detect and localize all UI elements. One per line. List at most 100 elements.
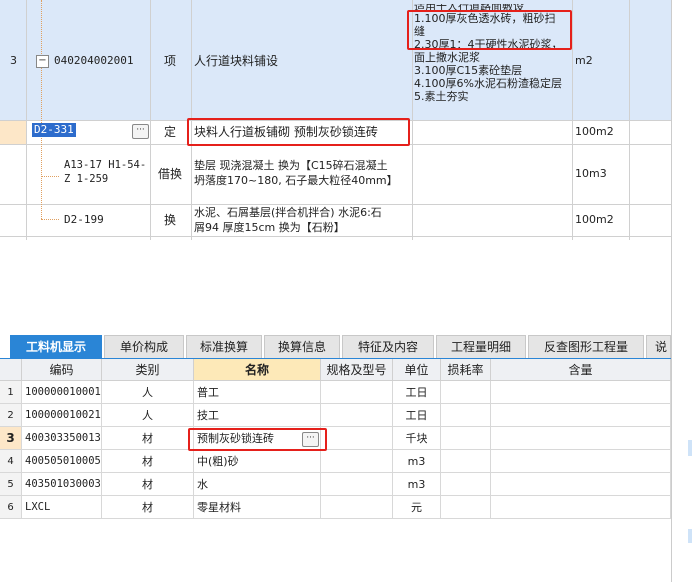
resource-code[interactable]: LXCL [22,496,102,519]
resource-loss-rate[interactable] [441,381,491,404]
resource-spec[interactable] [321,381,393,404]
column-header-name[interactable]: 名称 [194,359,321,381]
quota-category: 定 [164,125,177,139]
quota-grid: 3 − 040204002001 项 人行道块料铺设 适用于人行道路面敷设 1.… [0,0,671,240]
name-line: 水泥、石屑基层(拌合机拌合) 水泥6:石 [194,206,382,219]
tab-more[interactable]: 说 [646,335,671,358]
bill-name[interactable]: 人行道块料铺设 [194,53,278,69]
resource-unit: 工日 [393,381,441,404]
row-number[interactable]: 5 [0,473,22,496]
feature-line: 5.素土夯实 [414,90,469,103]
column-header-quantity[interactable]: 含量 [491,359,671,381]
resource-name[interactable]: 技工 [194,404,321,427]
row-header-selected [0,120,26,144]
resource-loss-rate[interactable] [441,427,491,450]
row-number-header [0,359,22,381]
resource-quantity[interactable] [491,427,671,450]
resource-quantity[interactable] [491,496,671,519]
resource-type: 材 [102,427,194,450]
resource-unit: m3 [393,473,441,496]
edge-marker [688,529,692,543]
resource-spec[interactable] [321,450,393,473]
quota-unit: 100m2 [575,213,614,226]
feature-line: 3.100厚C15素砼垫层 [414,64,523,77]
resource-code[interactable]: 400505010005 [22,450,102,473]
resource-type: 材 [102,496,194,519]
resource-unit: 元 [393,496,441,519]
quota-code[interactable]: D2-199 [64,212,104,228]
resource-code[interactable]: 403501030003 [22,473,102,496]
resource-type: 人 [102,381,194,404]
resource-spec[interactable] [321,496,393,519]
resource-spec[interactable] [321,427,393,450]
tab-labor-material-machine[interactable]: 工料机显示 [10,335,102,358]
resource-loss-rate[interactable] [441,404,491,427]
quota-code[interactable]: A13-17 H1-54- Z 1-259 [64,158,146,186]
quota-unit: 100m2 [575,125,614,138]
resource-type: 材 [102,473,194,496]
tab-quantity-detail[interactable]: 工程量明细 [436,335,526,358]
code-line: Z 1-259 [64,173,109,185]
edge-marker [688,440,692,456]
row-number: 3 [10,54,17,67]
resource-type: 材 [102,450,194,473]
resource-unit: 工日 [393,404,441,427]
bill-code[interactable]: 040204002001 [54,53,133,69]
resource-quantity[interactable] [491,381,671,404]
resource-spec[interactable] [321,404,393,427]
row-number[interactable]: 6 [0,496,22,519]
row-number[interactable]: 2 [0,404,22,427]
feature-line: 4.100厚6%水泥石粉渣稳定层 [414,77,562,90]
resource-loss-rate[interactable] [441,496,491,519]
quota-category: 换 [164,213,177,227]
resource-name[interactable]: 普工 [194,381,321,404]
resource-code[interactable]: 100000010001 [22,381,102,404]
resource-loss-rate[interactable] [441,450,491,473]
resource-code[interactable]: 100000010021 [22,404,102,427]
resource-name[interactable]: 水 [194,473,321,496]
resource-grid: 编码 类别 名称 规格及型号 单位 损耗率 含量 1 100000010001 人普… [0,359,693,582]
row-number[interactable]: 4 [0,450,22,473]
resource-loss-rate[interactable] [441,473,491,496]
right-edge-panel [671,0,693,582]
quota-picker-button[interactable]: ··· [132,124,149,139]
resource-type: 人 [102,404,194,427]
column-header-type[interactable]: 类别 [102,359,194,381]
column-header-spec[interactable]: 规格及型号 [321,359,393,381]
column-header-code[interactable]: 编码 [22,359,102,381]
row-number[interactable]: 3 [0,427,22,450]
collapse-toggle-icon[interactable]: − [36,55,49,68]
tab-unit-price[interactable]: 单价构成 [104,335,184,358]
resource-unit: 千块 [393,427,441,450]
tab-features[interactable]: 特征及内容 [342,335,434,358]
quota-name[interactable]: 垫层 现浇混凝土 换为【C15碎石混凝土 坍落度170~180, 石子最大粒径4… [194,158,398,188]
name-line: 垫层 现浇混凝土 换为【C15碎石混凝土 [194,159,388,172]
resource-quantity[interactable] [491,404,671,427]
resource-name[interactable]: 中(粗)砂 [194,450,321,473]
code-line: A13-17 H1-54- [64,159,147,171]
resource-quantity[interactable] [491,473,671,496]
name-line: 坍落度170~180, 石子最大粒径40mm】 [194,174,398,187]
column-header-unit[interactable]: 单位 [393,359,441,381]
bill-category: 项 [164,54,177,68]
resource-name[interactable]: 零星材料 [194,496,321,519]
bill-unit: m2 [575,54,593,67]
tab-standard-conversion[interactable]: 标准换算 [186,335,262,358]
resource-quantity[interactable] [491,450,671,473]
annotation-box-feature [407,10,572,50]
resource-unit: m3 [393,450,441,473]
quota-name[interactable]: 水泥、石屑基层(拌合机拌合) 水泥6:石 屑94 厚度15cm 换为【石粉】 [194,205,382,235]
quota-code-selected[interactable]: D2-331 [32,123,76,137]
column-header-loss-rate[interactable]: 损耗率 [441,359,491,381]
resource-code[interactable]: 400303350013 [22,427,102,450]
detail-tab-bar: 工料机显示 单价构成 标准换算 换算信息 特征及内容 工程量明细 反查图形工程量… [0,335,671,359]
feature-line: 面上撒水泥浆 [414,51,480,64]
row-number[interactable]: 1 [0,381,22,404]
quota-category: 借换 [158,167,183,181]
tab-reverse-lookup[interactable]: 反查图形工程量 [528,335,644,358]
quota-unit: 10m3 [575,167,607,180]
name-line: 屑94 厚度15cm 换为【石粉】 [194,221,345,234]
annotation-box-resource-name [188,428,327,451]
tab-conversion-info[interactable]: 换算信息 [264,335,340,358]
resource-spec[interactable] [321,473,393,496]
